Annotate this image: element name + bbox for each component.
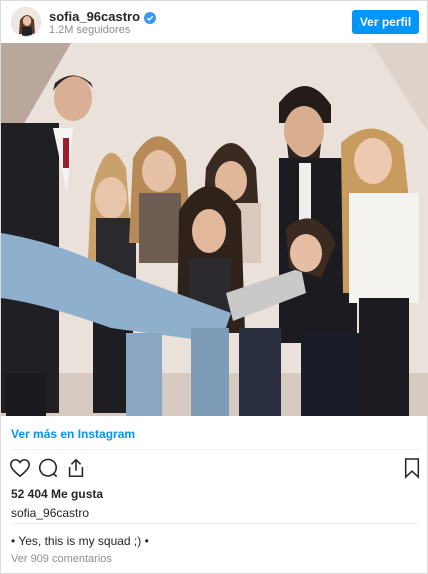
- comment-icon[interactable]: [37, 457, 59, 479]
- instagram-embed: sofia_96castro 1.2M seguidores Ver perfi…: [0, 0, 428, 574]
- heart-icon[interactable]: [9, 457, 31, 479]
- view-profile-button[interactable]: Ver perfil: [352, 10, 419, 34]
- avatar[interactable]: [11, 7, 41, 37]
- divider: [11, 523, 419, 524]
- action-bar: [1, 453, 428, 483]
- like-count[interactable]: 52 404 Me gusta: [11, 487, 103, 501]
- follower-count: 1.2M seguidores: [49, 24, 131, 36]
- username-row: sofia_96castro: [49, 9, 157, 24]
- verified-badge-icon: [144, 11, 157, 24]
- divider: [11, 449, 419, 450]
- view-comments-link[interactable]: Ver 909 comentarios: [11, 553, 112, 565]
- post-header: sofia_96castro 1.2M seguidores Ver perfi…: [1, 1, 428, 43]
- username-link[interactable]: sofia_96castro: [49, 9, 140, 24]
- view-more-on-instagram-link[interactable]: Ver más en Instagram: [11, 427, 135, 441]
- bookmark-icon[interactable]: [403, 457, 425, 479]
- caption-username[interactable]: sofia_96castro: [11, 506, 89, 520]
- share-icon[interactable]: [65, 457, 87, 479]
- post-photo[interactable]: [1, 43, 428, 416]
- caption-text: • Yes, this is my squad ;) •: [11, 534, 149, 548]
